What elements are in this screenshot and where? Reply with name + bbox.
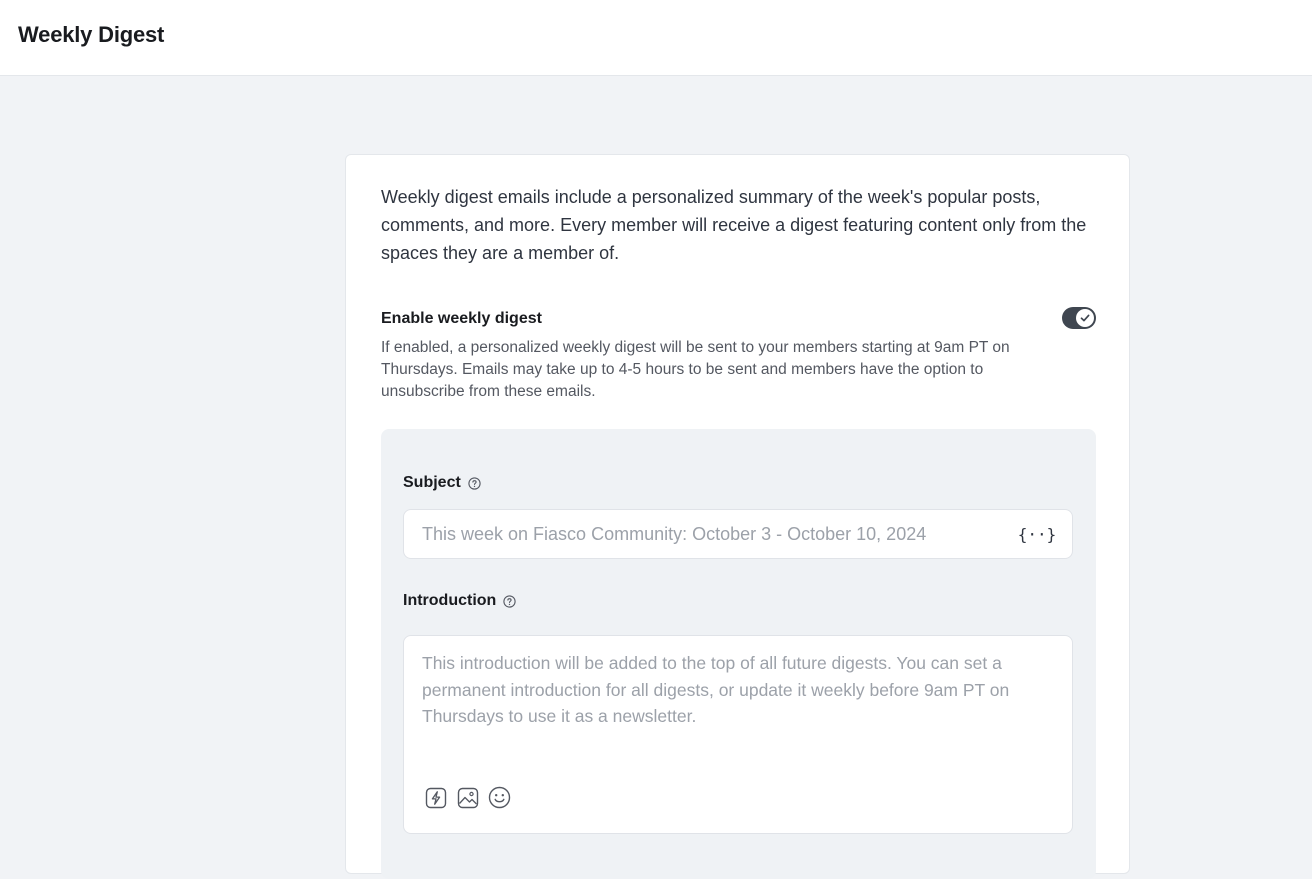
- introduction-textarea[interactable]: [404, 636, 1072, 776]
- subject-input[interactable]: [404, 510, 1014, 558]
- question-circle-icon[interactable]: [503, 594, 516, 608]
- introduction-field[interactable]: [403, 635, 1073, 834]
- subject-label-row: Subject: [403, 474, 481, 492]
- emoji-icon[interactable]: [488, 786, 511, 809]
- introduction-label-row: Introduction: [403, 592, 516, 610]
- subject-field[interactable]: {··}: [403, 509, 1073, 559]
- check-icon: [1080, 314, 1090, 322]
- toggle-knob: [1076, 309, 1094, 327]
- braces-icon[interactable]: {··}: [1018, 522, 1057, 546]
- page-title: Weekly Digest: [18, 22, 165, 47]
- subject-label: Subject: [403, 474, 461, 491]
- enable-digest-toggle[interactable]: [1062, 307, 1096, 329]
- enable-digest-title: Enable weekly digest: [381, 310, 542, 327]
- image-icon[interactable]: [456, 786, 479, 809]
- lightning-icon[interactable]: [424, 786, 447, 809]
- digest-description: Weekly digest emails include a personali…: [381, 187, 1087, 263]
- digest-content-panel: Subject {··} Introduction: [381, 429, 1096, 879]
- settings-card: Weekly digest emails include a personali…: [345, 154, 1130, 879]
- editor-toolbar: [424, 786, 511, 809]
- question-circle-icon[interactable]: [468, 476, 481, 490]
- enable-digest-description: If enabled, a personalized weekly digest…: [381, 339, 1010, 400]
- top-bar: Weekly Digest: [0, 0, 1312, 76]
- introduction-label: Introduction: [403, 592, 497, 609]
